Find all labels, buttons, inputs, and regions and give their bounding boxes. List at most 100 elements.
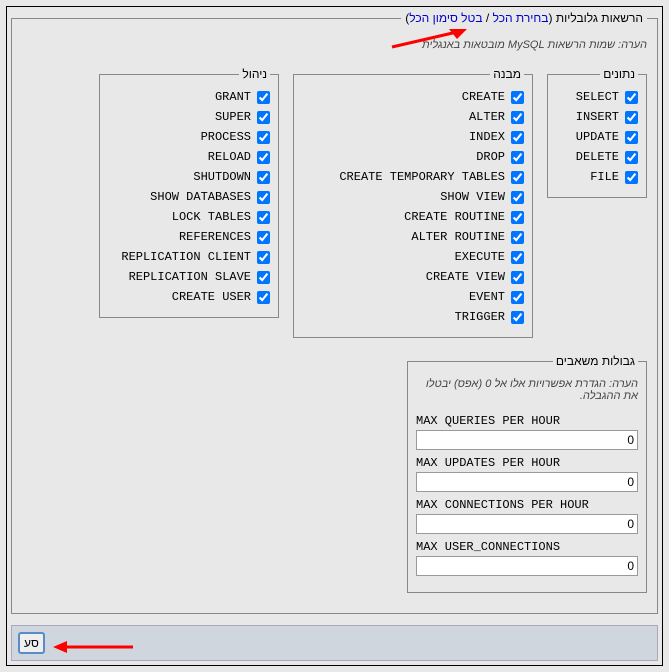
limit-input[interactable] bbox=[416, 430, 638, 450]
admin-privileges-group: ניהול GRANTSUPERPROCESSRELOADSHUTDOWNSHO… bbox=[99, 67, 279, 318]
structure-group-legend: מבנה bbox=[490, 67, 524, 81]
permission-row: CREATE TEMPORARY TABLES bbox=[302, 167, 524, 187]
limit-label: MAX USER_CONNECTIONS bbox=[416, 540, 638, 554]
permission-row: LOCK TABLES bbox=[108, 207, 270, 227]
permission-label: EVENT bbox=[469, 290, 505, 304]
global-privileges-fieldset: הרשאות גלובליות (בחירת הכל / בטל סימון ה… bbox=[11, 11, 658, 614]
global-privileges-legend: הרשאות גלובליות (בחירת הכל / בטל סימון ה… bbox=[401, 11, 647, 25]
permission-row: SHUTDOWN bbox=[108, 167, 270, 187]
permission-label: INDEX bbox=[469, 130, 505, 144]
legend-prefix: הרשאות גלובליות ( bbox=[548, 11, 643, 25]
permission-label: SUPER bbox=[215, 110, 251, 124]
permission-row: REPLICATION CLIENT bbox=[108, 247, 270, 267]
permission-row: SUPER bbox=[108, 107, 270, 127]
permission-checkbox[interactable] bbox=[257, 211, 270, 224]
permission-label: SHUTDOWN bbox=[193, 170, 251, 184]
permission-checkbox[interactable] bbox=[625, 91, 638, 104]
limits-note: הערה: הגדרת אפשרויות אלו אל 0 (אפס) יבטל… bbox=[416, 378, 638, 402]
permission-checkbox[interactable] bbox=[625, 171, 638, 184]
permission-checkbox[interactable] bbox=[511, 251, 524, 264]
permission-label: RELOAD bbox=[208, 150, 251, 164]
deselect-all-link[interactable]: בטל סימון הכל bbox=[409, 11, 482, 25]
permission-row: EXECUTE bbox=[302, 247, 524, 267]
permission-label: INSERT bbox=[576, 110, 619, 124]
permission-checkbox[interactable] bbox=[511, 91, 524, 104]
limit-input[interactable] bbox=[416, 472, 638, 492]
permission-checkbox[interactable] bbox=[511, 271, 524, 284]
permission-label: SELECT bbox=[576, 90, 619, 104]
limits-group-legend: גבולות משאבים bbox=[553, 354, 638, 368]
select-all-link[interactable]: בחירת הכל bbox=[493, 11, 549, 25]
permission-row: GRANT bbox=[108, 87, 270, 107]
permission-row: CREATE bbox=[302, 87, 524, 107]
permission-row: EVENT bbox=[302, 287, 524, 307]
permission-checkbox[interactable] bbox=[511, 291, 524, 304]
permission-label: ALTER bbox=[469, 110, 505, 124]
permission-label: REFERENCES bbox=[179, 230, 251, 244]
admin-group-legend: ניהול bbox=[239, 67, 270, 81]
data-group-legend: נתונים bbox=[600, 67, 638, 81]
structure-privileges-group: מבנה CREATE ALTER INDEX DROP CREATE TEMPORAR… bbox=[293, 67, 533, 338]
permission-row: DROP bbox=[302, 147, 524, 167]
permission-row: ALTER ROUTINE bbox=[302, 227, 524, 247]
limit-row: MAX CONNECTIONS PER HOUR bbox=[416, 498, 638, 534]
permission-checkbox[interactable] bbox=[257, 231, 270, 244]
permission-label: CREATE ROUTINE bbox=[404, 210, 505, 224]
permission-label: LOCK TABLES bbox=[172, 210, 251, 224]
permission-checkbox[interactable] bbox=[257, 191, 270, 204]
permission-label: CREATE VIEW bbox=[426, 270, 505, 284]
permission-label: DROP bbox=[476, 150, 505, 164]
permission-checkbox[interactable] bbox=[511, 131, 524, 144]
permission-checkbox[interactable] bbox=[257, 271, 270, 284]
permission-label: SHOW VIEW bbox=[440, 190, 505, 204]
permission-label: CREATE USER bbox=[172, 290, 251, 304]
limit-input[interactable] bbox=[416, 556, 638, 576]
permission-checkbox[interactable] bbox=[511, 171, 524, 184]
permission-checkbox[interactable] bbox=[625, 131, 638, 144]
submit-button[interactable]: סע bbox=[18, 632, 45, 654]
permission-checkbox[interactable] bbox=[257, 171, 270, 184]
permission-checkbox[interactable] bbox=[511, 231, 524, 244]
limit-input[interactable] bbox=[416, 514, 638, 534]
permission-label: REPLICATION SLAVE bbox=[129, 270, 251, 284]
permission-checkbox[interactable] bbox=[625, 111, 638, 124]
permission-row: TRIGGER bbox=[302, 307, 524, 327]
permission-row: DELETE bbox=[556, 147, 638, 167]
permission-checkbox[interactable] bbox=[511, 111, 524, 124]
limit-label: MAX CONNECTIONS PER HOUR bbox=[416, 498, 638, 512]
permission-row: UPDATE bbox=[556, 127, 638, 147]
permission-row: INSERT bbox=[556, 107, 638, 127]
permission-row: REFERENCES bbox=[108, 227, 270, 247]
permission-checkbox[interactable] bbox=[257, 291, 270, 304]
permission-label: ALTER ROUTINE bbox=[411, 230, 505, 244]
permission-label: TRIGGER bbox=[455, 310, 505, 324]
legend-sep: / bbox=[483, 11, 493, 25]
permission-label: CREATE TEMPORARY TABLES bbox=[339, 170, 505, 184]
limit-row: MAX UPDATES PER HOUR bbox=[416, 456, 638, 492]
limit-row: MAX QUERIES PER HOUR bbox=[416, 414, 638, 450]
permission-row: PROCESS bbox=[108, 127, 270, 147]
permission-checkbox[interactable] bbox=[511, 311, 524, 324]
permission-checkbox[interactable] bbox=[511, 151, 524, 164]
permission-checkbox[interactable] bbox=[511, 191, 524, 204]
permission-label: DELETE bbox=[576, 150, 619, 164]
permission-checkbox[interactable] bbox=[257, 91, 270, 104]
permission-label: EXECUTE bbox=[455, 250, 505, 264]
permission-row: CREATE ROUTINE bbox=[302, 207, 524, 227]
permission-label: REPLICATION CLIENT bbox=[121, 250, 251, 264]
permission-label: GRANT bbox=[215, 90, 251, 104]
permission-checkbox[interactable] bbox=[625, 151, 638, 164]
permission-row: FILE bbox=[556, 167, 638, 187]
permission-row: CREATE VIEW bbox=[302, 267, 524, 287]
limit-label: MAX QUERIES PER HOUR bbox=[416, 414, 638, 428]
data-privileges-group: נתונים SELECT INSERT UPDATE DELETE FILE bbox=[547, 67, 647, 198]
permission-checkbox[interactable] bbox=[257, 111, 270, 124]
resource-limits-group: גבולות משאבים הערה: הגדרת אפשרויות אלו א… bbox=[407, 354, 647, 593]
bottom-bar: סע bbox=[11, 625, 658, 661]
permission-row: SELECT bbox=[556, 87, 638, 107]
permission-checkbox[interactable] bbox=[257, 251, 270, 264]
permission-checkbox[interactable] bbox=[257, 151, 270, 164]
permission-label: CREATE bbox=[462, 90, 505, 104]
permission-checkbox[interactable] bbox=[257, 131, 270, 144]
permission-checkbox[interactable] bbox=[511, 211, 524, 224]
